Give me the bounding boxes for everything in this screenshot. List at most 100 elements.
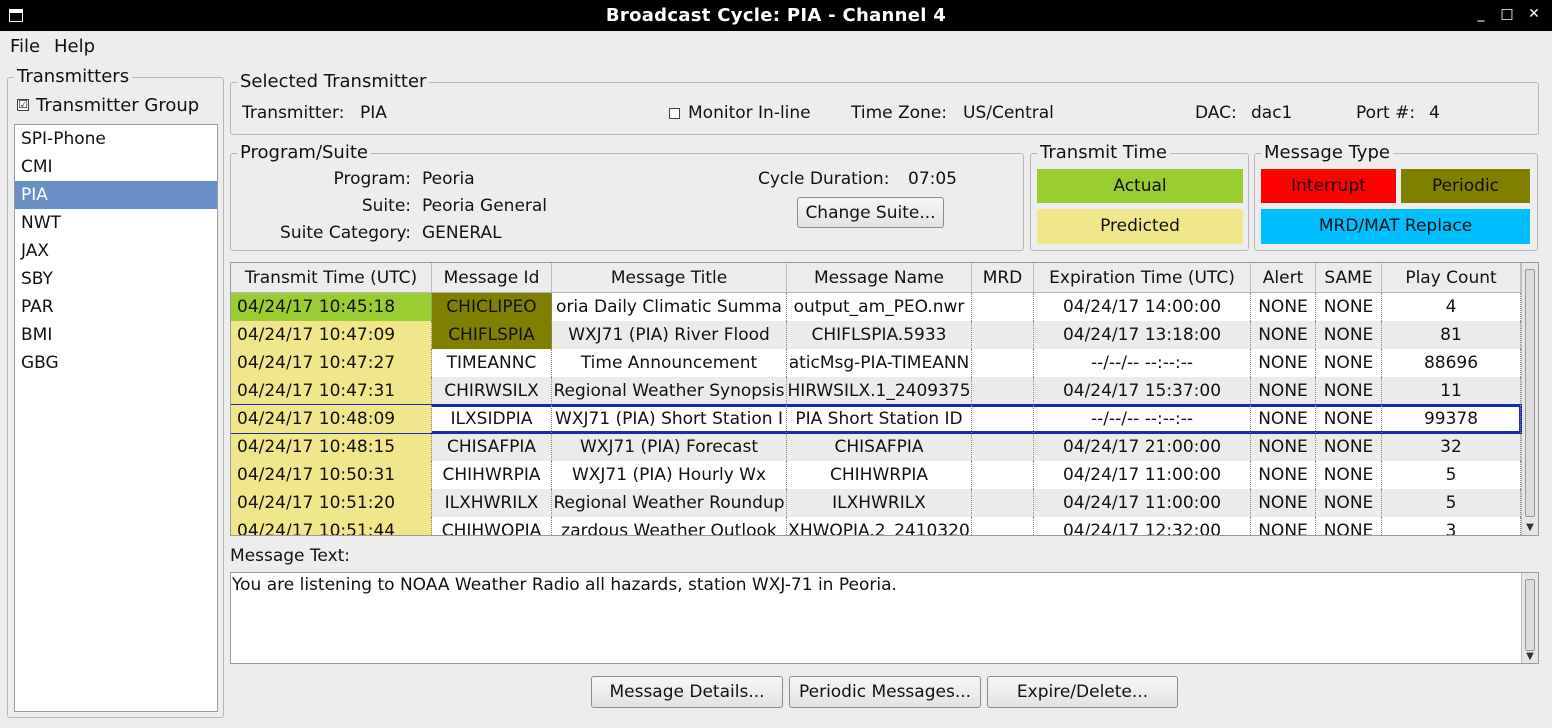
message-text-scrollbar[interactable]: ▼ — [1521, 573, 1538, 663]
scroll-down-icon[interactable]: ▼ — [1522, 651, 1538, 662]
transmitter-item[interactable]: PIA — [15, 181, 217, 209]
table-row[interactable]: 04/24/17 10:47:27 TIMEANNC Time Announceme… — [231, 349, 1521, 377]
scroll-down-icon[interactable]: ▼ — [1522, 522, 1538, 533]
transmitter-item[interactable]: SPI-Phone — [15, 125, 217, 153]
cell-exp: 04/24/17 13:18:00 — [1034, 321, 1251, 349]
cell-time: 04/24/17 10:48:15 — [231, 433, 432, 461]
cell-name: CHIFLSPIA.5933 — [787, 321, 972, 349]
table-row[interactable]: 04/24/17 10:48:09 ILXSIDPIA WXJ71 (PIA) Sh… — [231, 404, 1522, 434]
cell-same: NONE — [1316, 433, 1382, 461]
transmitter-item[interactable]: SBY — [15, 265, 217, 293]
predicted-color-key: Predicted — [1037, 209, 1243, 244]
timezone-value: US/Central — [963, 103, 1054, 123]
cell-time: 04/24/17 10:47:09 — [231, 321, 432, 349]
cell-time: 04/24/17 10:48:09 — [231, 405, 432, 433]
message-text-area[interactable]: You are listening to NOAA Weather Radio … — [230, 572, 1539, 664]
column-header[interactable]: Expiration Time (UTC) — [1034, 263, 1251, 293]
transmitter-group-label: Transmitter Group — [36, 95, 200, 116]
cell-mrd — [972, 433, 1034, 461]
column-header[interactable]: Play Count — [1382, 263, 1521, 293]
cell-count: 88696 — [1382, 349, 1521, 377]
cell-title: WXJ71 (PIA) River Flood — [552, 321, 787, 349]
column-header[interactable]: Message Title — [552, 263, 787, 293]
cell-title: Regional Weather Synopsis — [552, 377, 787, 405]
dac-label: DAC: — [1195, 103, 1237, 123]
maximize-button[interactable]: □ — [1498, 6, 1516, 22]
cell-count: 11 — [1382, 377, 1521, 405]
close-button[interactable]: ✕ — [1525, 6, 1543, 22]
cell-same: NONE — [1316, 377, 1382, 405]
column-header[interactable]: Transmit Time (UTC) — [231, 263, 432, 293]
transmitter-group-checkbox[interactable]: ☑ — [17, 99, 29, 111]
table-row[interactable]: 04/24/17 10:51:20 ILXHWRILX Regional Weath… — [231, 489, 1521, 517]
cell-title: Time Announcement — [552, 349, 787, 377]
expire-delete-button[interactable]: Expire/Delete... — [987, 676, 1178, 708]
column-header[interactable]: MRD — [972, 263, 1034, 293]
dac-value: dac1 — [1251, 103, 1293, 123]
actual-color-key: Actual — [1037, 169, 1243, 203]
cell-mrd — [972, 405, 1034, 433]
cell-name: XHWOPIA.2_2410320 — [787, 517, 972, 535]
table-header: Transmit Time (UTC) Message Id Message Tit… — [231, 263, 1521, 293]
table-row[interactable]: 04/24/17 10:50:31 CHIHWRPIA WXJ71 (PIA) Ho… — [231, 461, 1521, 489]
transmitter-item[interactable]: BMI — [15, 321, 217, 349]
menu-help[interactable]: Help — [54, 36, 95, 57]
cell-title: WXJ71 (PIA) Forecast — [552, 433, 787, 461]
cell-mrd — [972, 461, 1034, 489]
transmitter-list[interactable]: SPI-Phone CMI PIA NWT JAX SBY PAR BMI GBG — [14, 124, 218, 712]
cell-alert: NONE — [1251, 461, 1316, 489]
table-row[interactable]: 04/24/17 10:51:44 CHIHWOPIA zardous Weathe… — [231, 517, 1521, 535]
column-header[interactable]: Message Id — [432, 263, 552, 293]
transmitter-item[interactable]: PAR — [15, 293, 217, 321]
table-row[interactable]: 04/24/17 10:47:09 CHIFLSPIA WXJ71 (PIA) Ri… — [231, 321, 1521, 349]
transmitter-item[interactable]: CMI — [15, 153, 217, 181]
message-text-label: Message Text: — [230, 546, 351, 566]
cell-exp: 04/24/17 15:37:00 — [1034, 377, 1251, 405]
cell-title: zardous Weather Outlook — [552, 517, 787, 535]
cell-id: CHISAFPIA — [432, 433, 552, 461]
suite-label: Suite: — [361, 196, 411, 216]
column-header[interactable]: SAME — [1316, 263, 1382, 293]
table-scroll-thumb[interactable] — [1525, 269, 1535, 517]
cell-alert: NONE — [1251, 489, 1316, 517]
cell-id: CHIRWSILX — [432, 377, 552, 405]
menu-file[interactable]: File — [10, 36, 40, 57]
cell-exp: --/--/-- --:--:-- — [1034, 349, 1251, 377]
transmitter-item[interactable]: JAX — [15, 237, 217, 265]
cell-count: 81 — [1382, 321, 1521, 349]
transmitter-item[interactable]: NWT — [15, 209, 217, 237]
cell-count: 99378 — [1382, 405, 1521, 433]
message-text-scroll-thumb[interactable] — [1525, 579, 1535, 651]
window-title: Broadcast Cycle: PIA - Channel 4 — [605, 5, 947, 26]
cell-mrd — [972, 293, 1034, 321]
cell-id: CHIHWOPIA — [432, 517, 552, 535]
cell-mrd — [972, 377, 1034, 405]
cell-same: NONE — [1316, 517, 1382, 535]
cell-same: NONE — [1316, 349, 1382, 377]
cell-name: CHISAFPIA — [787, 433, 972, 461]
message-text-value: You are listening to NOAA Weather Radio … — [232, 575, 897, 595]
transmitter-item[interactable]: GBG — [15, 349, 217, 377]
suite-category-value: GENERAL — [422, 223, 502, 243]
cell-time: 04/24/17 10:50:31 — [231, 461, 432, 489]
table-row[interactable]: 04/24/17 10:47:31 CHIRWSILX Regional Weath… — [231, 377, 1521, 405]
table-row[interactable]: 04/24/17 10:45:18 CHICLIPEO oria Daily Cli… — [231, 293, 1521, 321]
minimize-button[interactable]: _ — [1472, 6, 1490, 22]
cell-count: 5 — [1382, 489, 1521, 517]
cycle-duration-label: Cycle Duration: — [758, 169, 890, 189]
message-details-button[interactable]: Message Details... — [591, 676, 783, 708]
cell-alert: NONE — [1251, 433, 1316, 461]
table-row[interactable]: 04/24/17 10:48:15 CHISAFPIA WXJ71 (PIA) Fo… — [231, 433, 1521, 461]
cell-name: output_am_PEO.nwr — [787, 293, 972, 321]
program-suite-legend: Program/Suite — [237, 143, 371, 163]
periodic-messages-button[interactable]: Periodic Messages... — [789, 676, 981, 708]
column-header[interactable]: Message Name — [787, 263, 972, 293]
suite-category-label: Suite Category: — [280, 223, 411, 243]
table-scrollbar[interactable]: ▼ — [1521, 263, 1538, 535]
program-label: Program: — [333, 169, 411, 189]
table-body: 04/24/17 10:45:18 CHICLIPEO oria Daily Cli… — [231, 293, 1522, 535]
column-header[interactable]: Alert — [1251, 263, 1316, 293]
monitor-inline-checkbox[interactable] — [669, 108, 680, 119]
cell-mrd — [972, 321, 1034, 349]
change-suite-button[interactable]: Change Suite... — [797, 197, 944, 228]
